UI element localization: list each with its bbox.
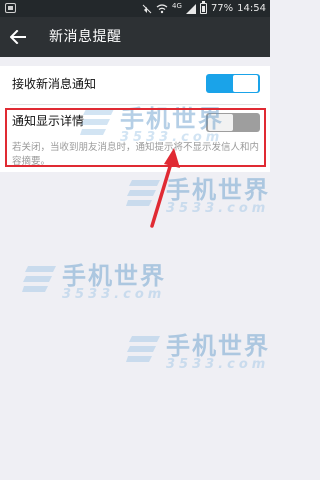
receive-notifications-label: 接收新消息通知: [12, 77, 97, 91]
watermark-text: 手机世界: [166, 332, 270, 360]
wifi-icon: [156, 3, 168, 13]
battery-icon: [199, 1, 207, 14]
status-icons: 4G 77% 14:54: [142, 1, 266, 15]
battery-percent: 77%: [210, 3, 234, 14]
settings-card: 接收新消息通知 通知显示详情 若关闭，当收到朋友消息时，通知提示将不显示发信人和…: [0, 66, 270, 172]
network-type: 4G: [172, 2, 182, 10]
notification-icon: [5, 3, 16, 13]
watermark-logo-icon: [22, 266, 56, 292]
watermark-sub: 3533.com: [62, 287, 166, 302]
toggle-knob: [233, 75, 258, 92]
show-details-description: 若关闭，当收到朋友消息时，通知提示将不显示发信人和内容摘要。: [12, 142, 260, 167]
watermark-sub: 3533.com: [166, 357, 270, 372]
watermark-sub: 3533.com: [166, 201, 270, 216]
receive-notifications-toggle[interactable]: [206, 74, 260, 93]
watermark-text: 手机世界: [62, 262, 166, 290]
watermark-logo-icon: [126, 336, 160, 362]
divider: [10, 104, 260, 105]
page-title: 新消息提醒: [49, 29, 122, 45]
back-button[interactable]: [6, 25, 30, 49]
app-bar: 新消息提醒: [0, 17, 270, 57]
toggle-knob: [208, 114, 233, 131]
mute-icon: [142, 4, 152, 13]
watermark-logo-icon: [126, 180, 160, 206]
arrow-left-icon: [10, 30, 26, 44]
signal-icon: [185, 3, 196, 14]
show-details-toggle[interactable]: [206, 113, 260, 132]
show-details-label: 通知显示详情: [12, 114, 85, 128]
clock: 14:54: [237, 3, 266, 14]
watermark-text: 手机世界: [166, 176, 270, 204]
status-bar: 4G 77% 14:54: [0, 0, 270, 17]
